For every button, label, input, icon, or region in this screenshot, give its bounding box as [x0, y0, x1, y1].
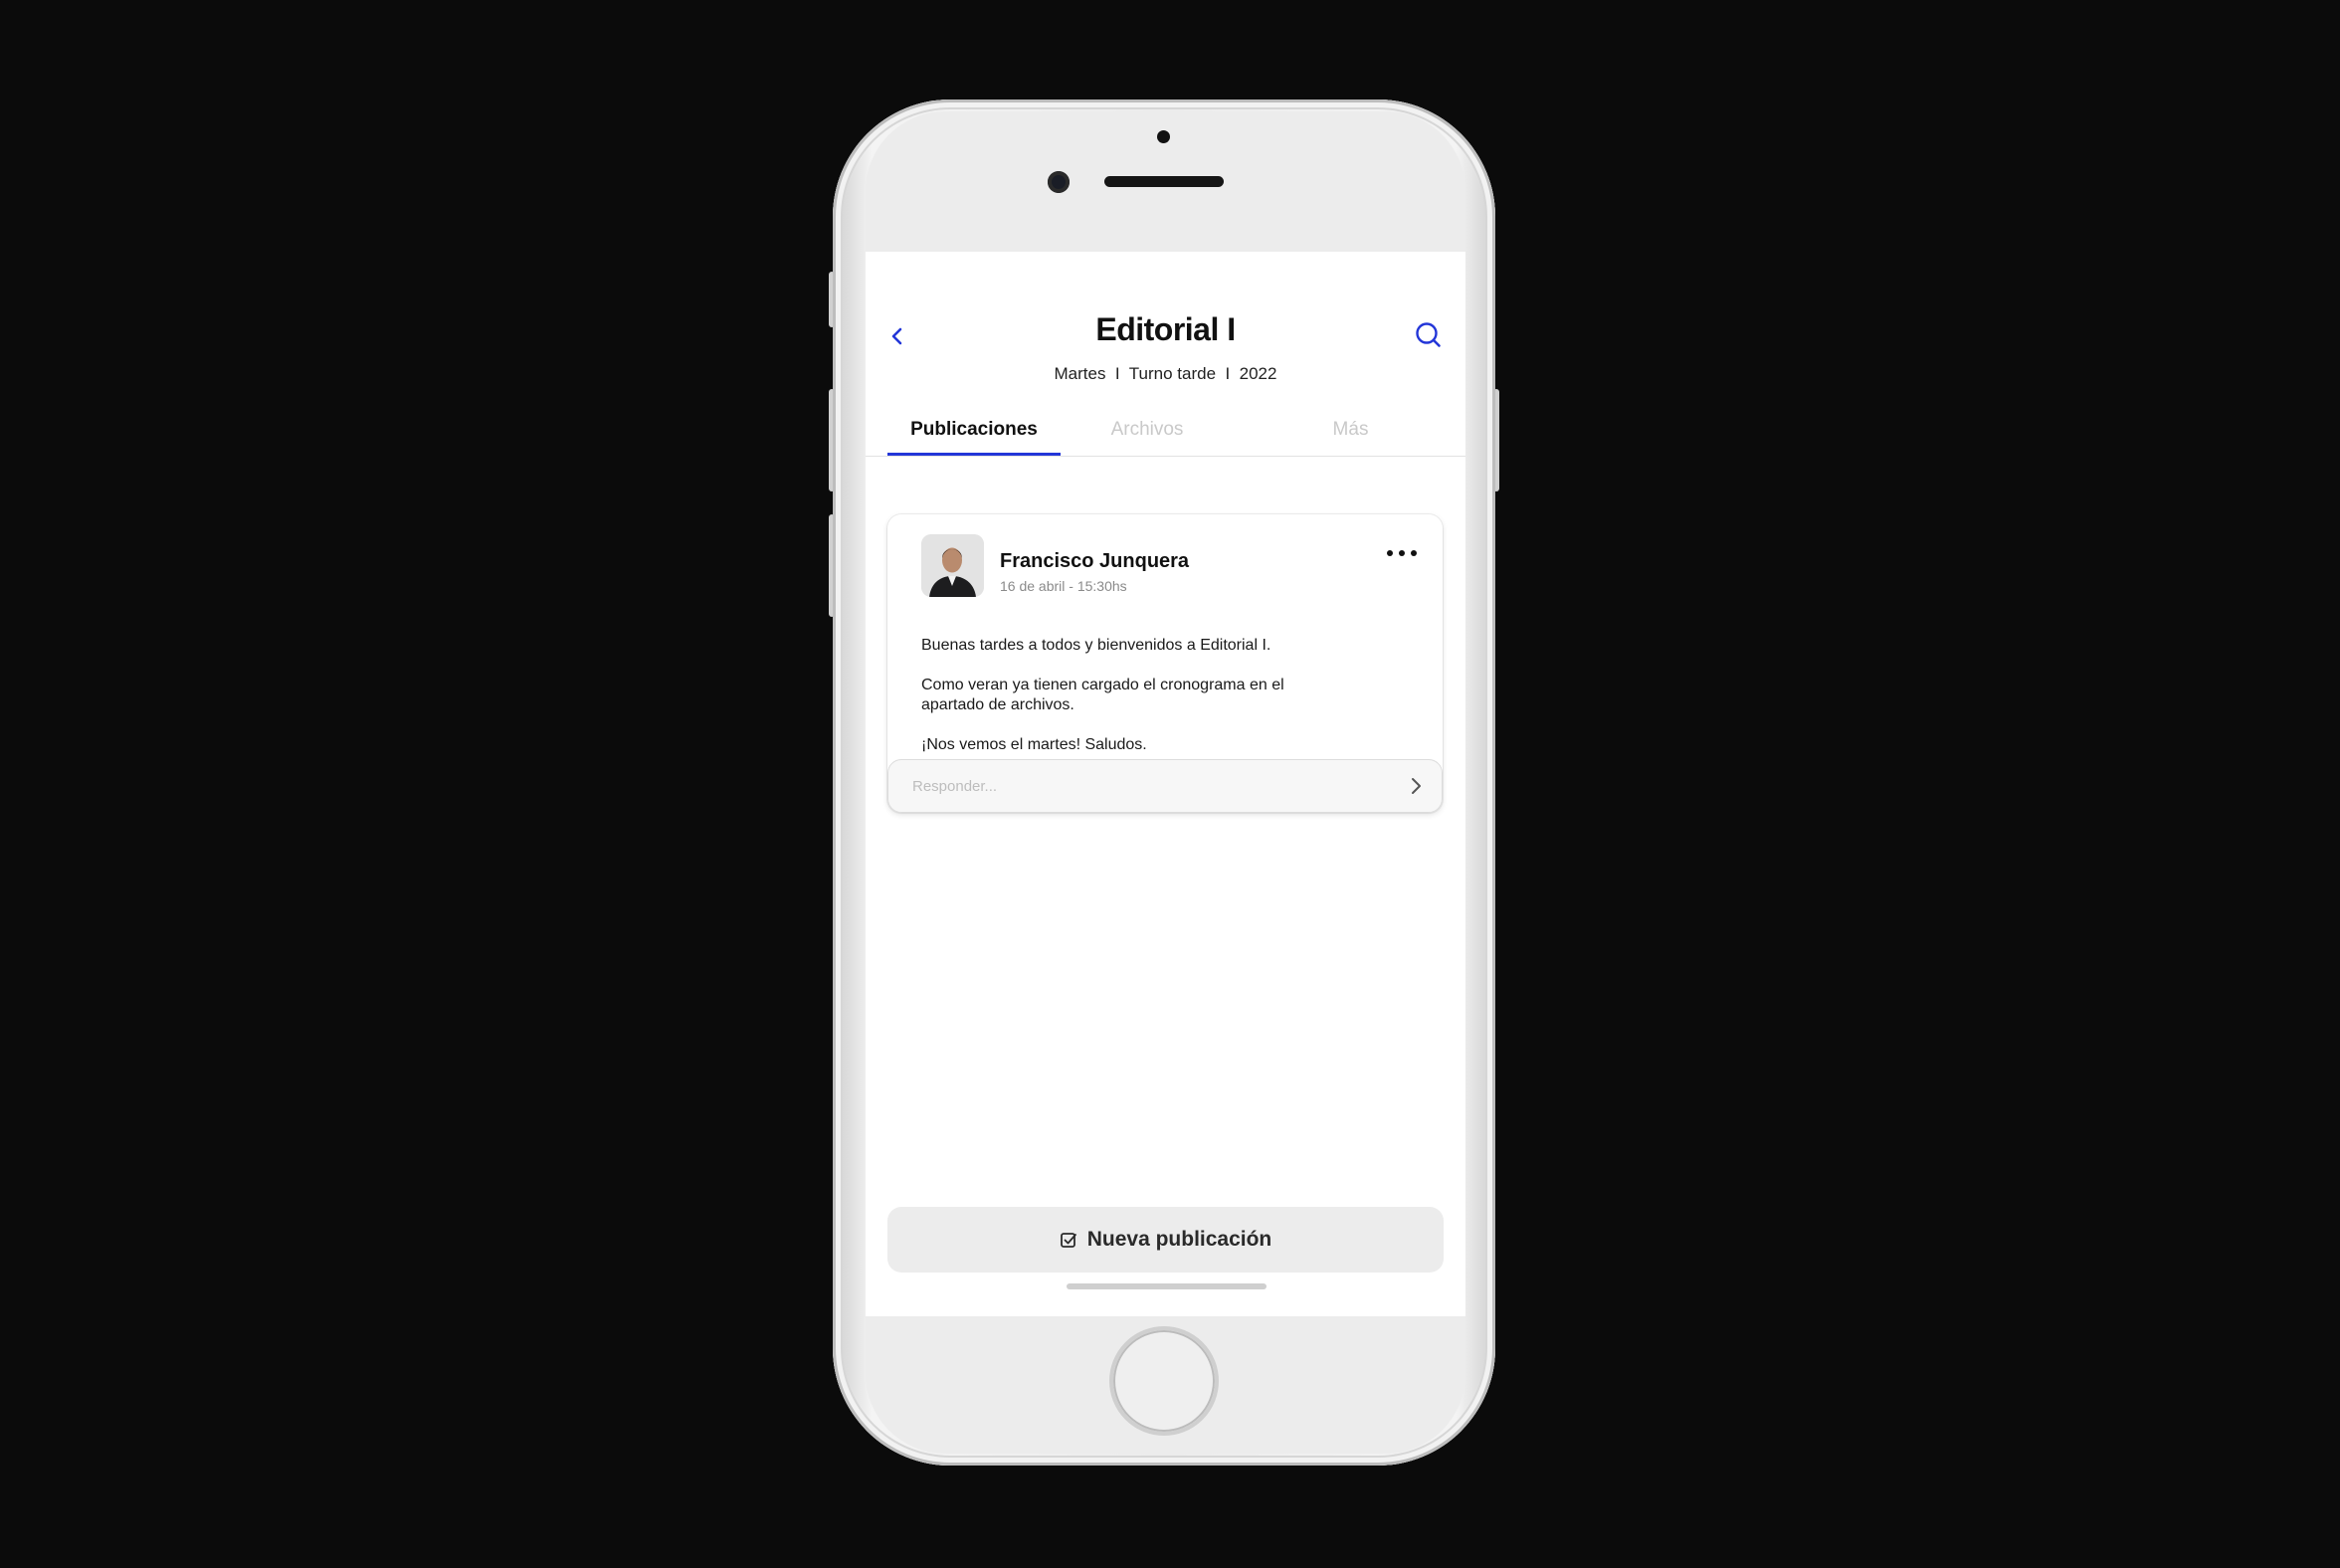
search-icon — [1416, 322, 1441, 347]
post-paragraph: ¡Nos vemos el martes! Saludos. — [921, 736, 1147, 753]
post-author[interactable]: Francisco Junquera — [1000, 550, 1189, 573]
search-button[interactable] — [1411, 317, 1447, 353]
tab-archivos[interactable]: Archivos — [1060, 406, 1235, 454]
post-card: Francisco Junquera 16 de abril - 15:30hs… — [887, 514, 1443, 813]
post-paragraph: Como veran ya tienen cargado el cronogra… — [921, 677, 1284, 713]
reply-bar — [887, 759, 1443, 813]
tab-bar: Publicaciones Archivos Más — [866, 406, 1465, 457]
post-date: 16 de abril - 15:30hs — [1000, 578, 1127, 594]
front-sensor — [1157, 130, 1170, 143]
checkbox-icon — [1060, 1233, 1076, 1248]
reply-input[interactable] — [888, 760, 1412, 812]
tab-mas[interactable]: Más — [1254, 406, 1448, 454]
send-reply-button[interactable] — [1404, 774, 1428, 798]
page-title: Editorial I — [1095, 311, 1236, 347]
new-post-label: Nueva publicación — [1086, 1228, 1272, 1251]
course-subtitle: Martes I Turno tarde I 2022 — [1054, 364, 1277, 383]
post-body: Buenas tardes a todos y bienvenidos a Ed… — [921, 636, 1339, 775]
home-indicator — [1067, 1283, 1267, 1289]
avatar[interactable] — [921, 534, 984, 597]
app-screen: Editorial I Martes I Turno tarde I 2022 … — [866, 252, 1465, 1316]
home-button[interactable] — [1109, 1326, 1219, 1436]
post-paragraph: Buenas tardes a todos y bienvenidos a Ed… — [921, 637, 1271, 654]
active-tab-indicator — [887, 453, 1061, 456]
chevron-right-icon — [1412, 778, 1421, 794]
tab-publicaciones[interactable]: Publicaciones — [887, 406, 1061, 454]
person-portrait-icon — [921, 534, 984, 597]
front-camera — [1048, 171, 1070, 193]
new-post-button[interactable]: Nueva publicación — [887, 1207, 1444, 1273]
earpiece-speaker — [1104, 176, 1224, 187]
more-options-button[interactable] — [1385, 544, 1419, 562]
